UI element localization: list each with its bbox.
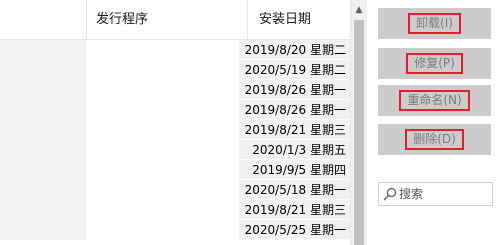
- program-name-cell: [0, 140, 86, 160]
- program-name-cell: [0, 80, 86, 100]
- repair-button[interactable]: 修复(P): [378, 48, 491, 79]
- program-name-cell: [0, 100, 86, 120]
- uninstall-button[interactable]: 卸载(I): [378, 8, 491, 39]
- search-box[interactable]: [378, 182, 493, 206]
- delete-button[interactable]: 删除(D): [378, 124, 491, 155]
- search-icon: [383, 187, 397, 201]
- publisher-cell: [86, 120, 239, 140]
- table-row[interactable]: 2020/5/18 星期一: [0, 180, 350, 200]
- publisher-cell: [86, 220, 239, 240]
- list-rows: 2019/8/20 星期二 2020/5/19 星期二 2019/8/26 星期一 2…: [0, 40, 350, 240]
- installed-on-cell: 2020/5/18 星期一: [239, 180, 350, 200]
- installed-on-cell: 2020/1/3 星期五: [239, 140, 350, 160]
- search-input[interactable]: [399, 187, 489, 201]
- publisher-cell: [86, 40, 239, 60]
- table-row[interactable]: 2020/5/19 星期二: [0, 60, 350, 80]
- vertical-scrollbar[interactable]: ▲: [350, 0, 367, 245]
- table-row[interactable]: 2019/9/5 星期四: [0, 160, 350, 180]
- program-name-cell: [0, 200, 86, 220]
- publisher-cell: [86, 180, 239, 200]
- publisher-cell: [86, 80, 239, 100]
- scrollbar-thumb[interactable]: [354, 20, 364, 245]
- rename-button-label: 重命名(N): [399, 90, 470, 111]
- publisher-cell: [86, 100, 239, 120]
- program-name-cell: [0, 120, 86, 140]
- program-name-cell: [0, 220, 86, 240]
- repair-button-label: 修复(P): [406, 53, 463, 74]
- installed-on-cell: 2019/8/26 星期一: [239, 80, 350, 100]
- column-header-installed-on[interactable]: 安装日期: [259, 0, 311, 40]
- publisher-cell: [86, 200, 239, 220]
- action-panel: 卸载(I) 修复(P) 重命名(N) 删除(D): [368, 0, 500, 245]
- delete-button-label: 删除(D): [405, 129, 464, 150]
- program-name-cell: [0, 160, 86, 180]
- column-divider[interactable]: [86, 0, 87, 40]
- installed-on-cell: 2019/9/5 星期四: [239, 160, 350, 180]
- uninstall-button-label: 卸载(I): [408, 13, 461, 34]
- table-row[interactable]: 2019/8/26 星期一: [0, 100, 350, 120]
- table-row[interactable]: 2019/8/26 星期一: [0, 80, 350, 100]
- table-row[interactable]: 2020/1/3 星期五: [0, 140, 350, 160]
- table-row[interactable]: 2020/5/25 星期一: [0, 220, 350, 240]
- program-name-cell: [0, 180, 86, 200]
- table-row[interactable]: 2019/8/21 星期三: [0, 200, 350, 220]
- installed-on-cell: 2019/8/21 星期三: [239, 200, 350, 220]
- scroll-up-icon[interactable]: ▲: [351, 0, 367, 20]
- app-window: 发行程序 安装日期 2019/8/20 星期二 2020/5/19 星期二 2019…: [0, 0, 500, 245]
- installed-on-cell: 2019/8/20 星期二: [239, 40, 350, 60]
- program-name-cell: [0, 60, 86, 80]
- column-header-publisher[interactable]: 发行程序: [96, 0, 148, 40]
- installed-on-cell: 2019/8/26 星期一: [239, 100, 350, 120]
- installed-on-cell: 2019/8/21 星期三: [239, 120, 350, 140]
- publisher-cell: [86, 140, 239, 160]
- installed-on-cell: 2020/5/19 星期二: [239, 60, 350, 80]
- program-name-cell: [0, 40, 86, 60]
- installed-on-cell: 2020/5/25 星期一: [239, 220, 350, 240]
- publisher-cell: [86, 160, 239, 180]
- column-divider[interactable]: [247, 0, 248, 40]
- table-row[interactable]: 2019/8/21 星期三: [0, 120, 350, 140]
- table-row[interactable]: 2019/8/20 星期二: [0, 40, 350, 60]
- publisher-cell: [86, 60, 239, 80]
- rename-button[interactable]: 重命名(N): [378, 85, 491, 116]
- program-list: 发行程序 安装日期 2019/8/20 星期二 2020/5/19 星期二 2019…: [0, 0, 368, 245]
- list-header: 发行程序 安装日期: [0, 0, 350, 40]
